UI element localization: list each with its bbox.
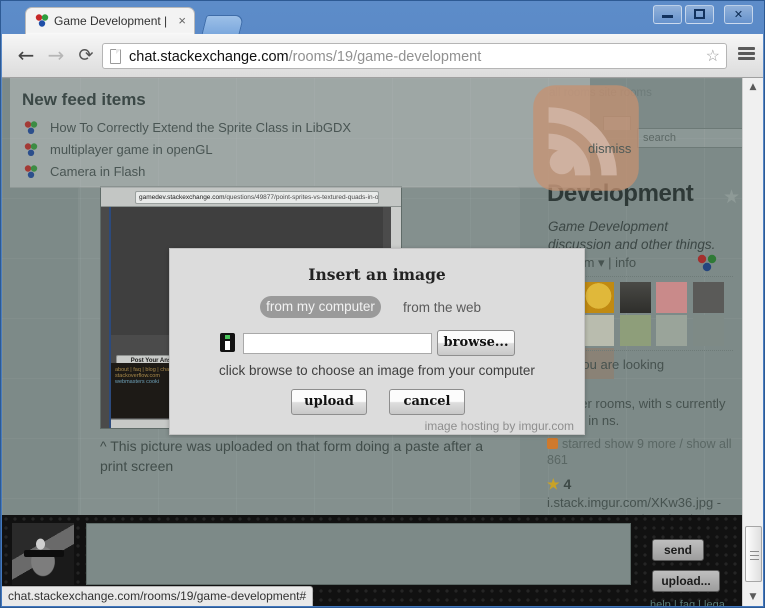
scrollbar-down-arrow[interactable]: ▼ — [743, 588, 763, 606]
avatar-detail — [24, 550, 64, 557]
image-hosting-note: image hosting by imgur.com — [424, 419, 574, 433]
embedded-browser-toolbar: gamedev.stackexchange.com/questions/4987… — [101, 187, 401, 207]
tab-game-development[interactable]: Game Development | chat × — [25, 7, 195, 34]
window-close-button[interactable]: ✕ — [724, 5, 753, 24]
stackexchange-logo-icon — [24, 121, 38, 134]
help-links[interactable]: help | faq | lega — [650, 599, 725, 606]
scrollbar-up-arrow[interactable]: ▲ — [743, 78, 763, 96]
avatar[interactable] — [656, 282, 688, 313]
address-bar-url: chat.stackexchange.com/rooms/19/game-dev… — [129, 47, 698, 67]
dismiss-link[interactable]: dismiss — [588, 141, 631, 156]
hamburger-menu-icon[interactable] — [738, 47, 755, 61]
page-document-icon — [110, 49, 121, 64]
back-button[interactable]: ← — [12, 42, 40, 70]
tab-title: Game Development | chat — [54, 14, 169, 28]
stackexchange-logo-icon — [24, 143, 38, 156]
avatar[interactable] — [692, 315, 724, 346]
tab-strip: Game Development | chat × — [1, 1, 764, 34]
bookmark-star-icon[interactable]: ☆ — [706, 48, 720, 66]
url-path: /rooms/19/game-development — [288, 49, 482, 65]
dialog-upload-button[interactable]: upload — [291, 389, 367, 415]
tab-from-the-web[interactable]: from the web — [403, 297, 481, 318]
status-bar: chat.stackexchange.com/rooms/19/game-dev… — [2, 586, 314, 606]
tab-close-icon[interactable]: × — [178, 13, 186, 28]
feed-bar-title: New feed items — [22, 90, 146, 109]
scrollbar-thumb[interactable] — [745, 526, 762, 582]
avatar[interactable] — [583, 282, 615, 313]
starred-messages-link[interactable]: starred show 9 more / show all 861 — [547, 436, 743, 468]
avatar[interactable] — [656, 315, 688, 346]
new-tab-button[interactable] — [201, 15, 245, 34]
rss-small-icon — [547, 438, 558, 449]
avatar[interactable] — [619, 282, 651, 313]
tab-from-my-computer[interactable]: from my computer — [260, 296, 381, 318]
feed-item-label: How To Correctly Extend the Sprite Class… — [50, 120, 352, 135]
feed-item-label: multiplayer game in openGL — [50, 142, 213, 157]
user-avatar[interactable] — [12, 523, 74, 585]
insert-image-dialog: Insert an image from my computer from th… — [169, 248, 585, 435]
embedded-url-path: /questions/49877/point-sprites-vs-textur… — [224, 194, 379, 201]
feed-item-label: Camera in Flash — [50, 164, 146, 179]
browse-button[interactable]: browse... — [437, 330, 515, 356]
new-feed-items-bar: New feed items How To Correctly Extend t… — [10, 78, 639, 191]
window-minimize-button[interactable] — [653, 5, 682, 24]
gold-star-icon: ★ — [547, 476, 560, 492]
embedded-url-host: gamedev.stackexchange.com — [139, 194, 225, 201]
browser-window: Game Development | chat × ✕ ← → ⟳ chat.s… — [0, 0, 765, 608]
dialog-cancel-button[interactable]: cancel — [389, 389, 465, 415]
forward-button[interactable]: → — [42, 42, 70, 70]
send-button[interactable]: send — [652, 539, 704, 561]
page-scrollbar[interactable]: ▲ ▼ — [742, 78, 763, 606]
avatar[interactable] — [692, 282, 724, 313]
browser-toolbar: ← → ⟳ chat.stackexchange.com/rooms/19/ga… — [2, 34, 763, 78]
reload-button[interactable]: ⟳ — [72, 42, 100, 70]
stackexchange-logo-icon — [697, 254, 717, 272]
upload-button[interactable]: upload... — [652, 570, 720, 592]
feed-item[interactable]: How To Correctly Extend the Sprite Class… — [24, 120, 351, 136]
starred-label: starred show 9 more / show all 861 — [547, 437, 732, 467]
url-host: chat.stackexchange.com — [129, 49, 289, 65]
favorite-star-icon[interactable]: ★ — [723, 186, 740, 209]
feed-item[interactable]: multiplayer game in openGL — [24, 142, 213, 158]
chat-message-input[interactable] — [86, 523, 631, 585]
rss-feed-icon — [533, 85, 639, 191]
stackexchange-logo-icon — [24, 165, 38, 178]
embedded-address-bar: gamedev.stackexchange.com/questions/4987… — [135, 191, 379, 204]
file-path-input[interactable] — [243, 333, 432, 354]
address-bar[interactable]: chat.stackexchange.com/rooms/19/game-dev… — [102, 43, 727, 69]
stackexchange-logo-icon — [35, 14, 49, 27]
star-count-value: 4 — [563, 476, 572, 492]
dialog-hint-text: click browse to choose an image from you… — [219, 363, 535, 378]
feed-item[interactable]: Camera in Flash — [24, 164, 145, 180]
chat-message-caption: ^ This picture was uploaded on that form… — [100, 438, 483, 474]
avatar[interactable] — [619, 315, 651, 346]
star-count: ★ 4 — [547, 476, 571, 493]
page-viewport: all rooms site rooms search Development … — [2, 78, 763, 606]
dialog-title: Insert an image — [308, 265, 446, 284]
window-maximize-button[interactable] — [685, 5, 714, 24]
avatar[interactable] — [583, 315, 615, 346]
info-icon — [220, 333, 235, 352]
